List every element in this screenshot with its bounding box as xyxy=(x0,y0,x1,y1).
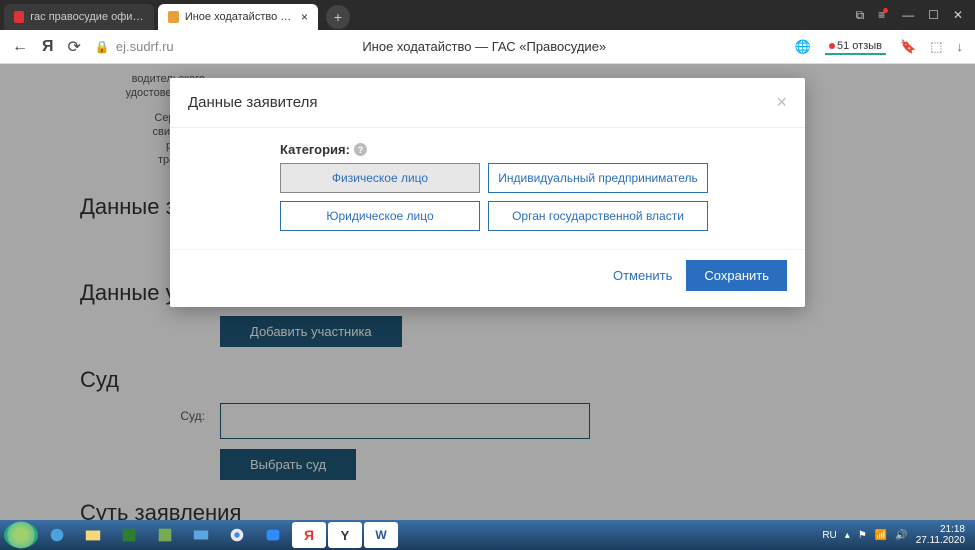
category-label: Категория: ? xyxy=(280,142,787,157)
browser-address-bar: ← Я ⟳ 🔒 ej.sudrf.ru Иное ходатайство — Г… xyxy=(0,30,975,64)
taskbar-excel-icon[interactable] xyxy=(112,522,146,548)
extension-icon[interactable]: ⬚ xyxy=(930,39,942,55)
applicant-data-modal: Данные заявителя × Категория: ? Физическ… xyxy=(170,78,805,307)
new-tab-button[interactable]: + xyxy=(326,5,350,29)
modal-close-icon[interactable]: × xyxy=(776,92,787,113)
taskbar-yandex2-icon[interactable]: Y xyxy=(328,522,362,548)
windows-taskbar: Я Y W RU ▴ ⚑ 📶 🔊 21:18 27.11.2020 xyxy=(0,520,975,550)
modal-title: Данные заявителя xyxy=(188,94,317,111)
url-box[interactable]: 🔒 ej.sudrf.ru xyxy=(95,39,174,54)
browser-titlebar: гас правосудие официаль Иное ходатайство… xyxy=(0,0,975,30)
yandex-icon[interactable]: Я xyxy=(42,38,54,56)
lock-icon: 🔒 xyxy=(95,40,110,54)
tab-close-icon[interactable]: × xyxy=(301,10,308,24)
taskbar-ie-icon[interactable] xyxy=(40,522,74,548)
help-icon[interactable]: ? xyxy=(354,143,367,156)
category-entrepreneur[interactable]: Индивидуальный предприниматель xyxy=(488,163,708,193)
taskbar-chrome-icon[interactable] xyxy=(220,522,254,548)
category-individual[interactable]: Физическое лицо xyxy=(280,163,480,193)
tab-active[interactable]: Иное ходатайство — ГА × xyxy=(158,4,318,30)
window-close-icon[interactable]: ✕ xyxy=(953,8,963,22)
window-maximize-icon[interactable]: ☐ xyxy=(928,8,939,22)
download-icon[interactable]: ↓ xyxy=(957,39,964,54)
category-legal[interactable]: Юридическое лицо xyxy=(280,201,480,231)
extensions-icon[interactable]: ≡ xyxy=(878,8,888,22)
taskbar-word-icon[interactable]: W xyxy=(364,522,398,548)
page-content: водительского удостоверения: Серия и н с… xyxy=(0,64,975,520)
tray-network-icon[interactable]: 📶 xyxy=(875,530,887,541)
tab-title: гас правосудие официаль xyxy=(30,11,144,23)
tab-favicon xyxy=(168,11,179,23)
taskbar-app1-icon[interactable] xyxy=(148,522,182,548)
cancel-button[interactable]: Отменить xyxy=(613,268,672,283)
tab-title: Иное ходатайство — ГА xyxy=(185,11,295,23)
reviews-badge[interactable]: 51 отзыв xyxy=(825,39,886,55)
window-minimize-icon[interactable]: — xyxy=(902,8,914,22)
category-government[interactable]: Орган государственной власти xyxy=(488,201,708,231)
translate-icon[interactable]: 🌐 xyxy=(795,39,811,55)
system-tray: RU ▴ ⚑ 📶 🔊 21:18 27.11.2020 xyxy=(822,524,971,546)
bookmark-icon[interactable]: 🔖 xyxy=(900,39,916,55)
save-button[interactable]: Сохранить xyxy=(686,260,787,291)
tab-favicon xyxy=(14,11,24,23)
copy-icon[interactable]: ⧉ xyxy=(856,8,865,23)
window-controls: ⧉ ≡ — ☐ ✕ xyxy=(856,8,975,23)
taskbar-yandex-icon[interactable]: Я xyxy=(292,522,326,548)
reload-icon[interactable]: ⟳ xyxy=(68,37,81,57)
clock[interactable]: 21:18 27.11.2020 xyxy=(916,524,965,546)
tray-action-center-icon[interactable]: ⚑ xyxy=(858,530,867,541)
taskbar-mail-icon[interactable] xyxy=(184,522,218,548)
tray-show-hidden-icon[interactable]: ▴ xyxy=(845,530,850,541)
back-icon[interactable]: ← xyxy=(12,38,28,56)
tab-inactive[interactable]: гас правосудие официаль xyxy=(4,4,154,30)
taskbar-zoom-icon[interactable] xyxy=(256,522,290,548)
page-title: Иное ходатайство — ГАС «Правосудие» xyxy=(188,39,781,54)
taskbar-explorer-icon[interactable] xyxy=(76,522,110,548)
lang-indicator[interactable]: RU xyxy=(822,530,836,541)
tray-volume-icon[interactable]: 🔊 xyxy=(895,530,907,541)
url-text: ej.sudrf.ru xyxy=(116,39,174,54)
start-button[interactable] xyxy=(4,522,38,548)
